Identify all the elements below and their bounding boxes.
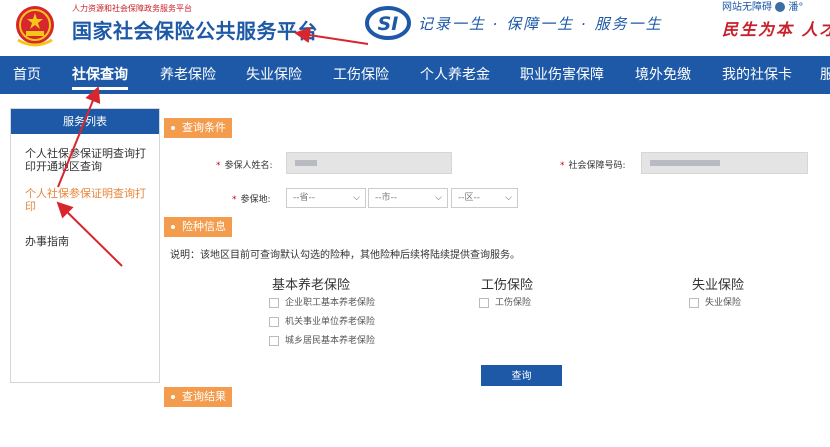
- masked-ssn: [650, 160, 720, 166]
- nav-work-injury[interactable]: 工伤保险: [333, 56, 389, 94]
- section-title-insurance-types: 险种信息: [164, 217, 232, 237]
- required-mark: *: [216, 161, 221, 171]
- province-select[interactable]: --省-- ⌵: [286, 188, 366, 208]
- chevron-down-icon: ⌵: [435, 193, 442, 203]
- nav-pension[interactable]: 养老保险: [160, 56, 216, 94]
- si-mark: SI: [378, 13, 399, 35]
- name-label: * 参保人姓名:: [216, 161, 273, 171]
- sidebar-item-open-regions[interactable]: 个人社保参保证明查询打印开通地区查询: [25, 147, 153, 173]
- required-mark: *: [560, 161, 565, 171]
- site-header: 人力资源和社会保障政务服务平台 国家社会保险公共服务平台 SI 记录一生 · 保…: [0, 0, 830, 56]
- ssn-label: * 社会保障号码:: [560, 161, 626, 171]
- section-title-query-results: 查询结果: [164, 387, 232, 407]
- city-select[interactable]: --市-- ⌵: [368, 188, 448, 208]
- site-title[interactable]: 国家社会保险公共服务平台: [72, 15, 318, 44]
- province-select-value: --省--: [293, 193, 315, 203]
- checkbox[interactable]: [479, 297, 489, 308]
- accessibility-label[interactable]: 网站无障碍: [722, 2, 772, 13]
- checkbox-resident-pension[interactable]: 城乡居民基本养老保险: [269, 335, 375, 347]
- checkbox-enterprise-pension[interactable]: 企业职工基本养老保险: [269, 297, 375, 309]
- checkbox[interactable]: [269, 335, 279, 346]
- nav-personal-pension[interactable]: 个人养老金: [420, 56, 490, 94]
- nav-my-social-card[interactable]: 我的社保卡: [722, 56, 792, 94]
- nav-unemployment[interactable]: 失业保险: [246, 56, 302, 94]
- name-field[interactable]: [286, 152, 452, 174]
- sidebar-title: 服务列表: [11, 109, 159, 134]
- sidebar-item-certificate-print[interactable]: 个人社保参保证明查询打印: [25, 187, 153, 213]
- nav-home[interactable]: 首页: [13, 56, 41, 94]
- unemployment-group-title: 失业保险: [692, 278, 745, 293]
- pension-group-title: 基本养老保险: [272, 278, 351, 293]
- ssn-field[interactable]: [641, 152, 808, 174]
- checkbox-unemployment[interactable]: 失业保险: [689, 297, 741, 309]
- region-label: * 参保地:: [232, 195, 271, 205]
- slogan: 记录一生 · 保障一生 · 服务一生: [418, 15, 663, 33]
- required-mark: *: [232, 195, 237, 205]
- nav-occupational-injury[interactable]: 职业伤害保障: [520, 56, 604, 94]
- section-title-query-conditions: 查询条件: [164, 118, 232, 138]
- user-name[interactable]: 潘°: [788, 2, 803, 13]
- masked-name: [295, 160, 317, 166]
- si-logo-icon: SI: [365, 6, 411, 40]
- checkbox-institution-pension[interactable]: 机关事业单位养老保险: [269, 316, 375, 328]
- nav-social-insurance-query[interactable]: 社保查询: [72, 56, 128, 94]
- nav-overseas-exemption[interactable]: 境外免缴: [635, 56, 691, 94]
- checkbox[interactable]: [269, 316, 279, 327]
- district-select[interactable]: --区-- ⌵: [451, 188, 518, 208]
- district-select-value: --区--: [458, 193, 480, 203]
- availability-note: 说明：该地区目前可查询默认勾选的险种，其他险种后续将陆续提供查询服务。: [170, 250, 520, 261]
- motto: 民生为本 人才: [722, 20, 830, 39]
- chevron-down-icon: ⌵: [505, 193, 512, 203]
- accessibility-link[interactable]: 网站无障碍 潘°: [722, 0, 803, 13]
- ministry-name: 人力资源和社会保障政务服务平台: [72, 4, 192, 13]
- service-sidebar: 服务列表 个人社保参保证明查询打印开通地区查询 个人社保参保证明查询打印 办事指…: [10, 108, 160, 383]
- sidebar-item-guide[interactable]: 办事指南: [25, 235, 153, 248]
- user-avatar-icon[interactable]: [775, 2, 786, 12]
- national-emblem-icon: [16, 6, 54, 47]
- checkbox[interactable]: [269, 297, 279, 308]
- injury-group-title: 工伤保险: [481, 278, 534, 293]
- nav-service[interactable]: 服: [820, 56, 830, 94]
- checkbox-work-injury[interactable]: 工伤保险: [479, 297, 531, 309]
- chevron-down-icon: ⌵: [353, 193, 360, 203]
- checkbox[interactable]: [689, 297, 699, 308]
- main-nav: 首页 社保查询 养老保险 失业保险 工伤保险 个人养老金 职业伤害保障 境外免缴…: [0, 56, 830, 94]
- city-select-value: --市--: [375, 193, 397, 203]
- query-button[interactable]: 查询: [481, 365, 562, 386]
